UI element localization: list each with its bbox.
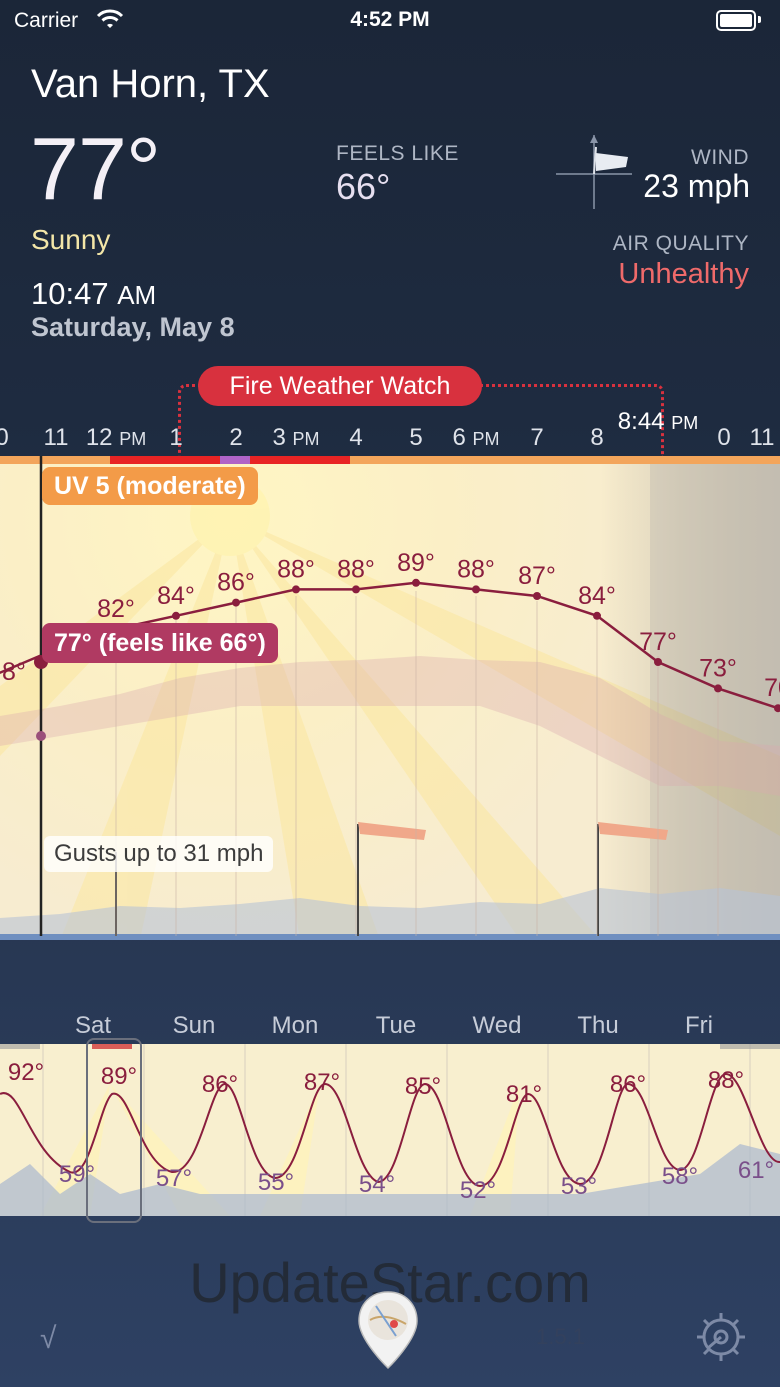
daily-high: 85° [405, 1073, 441, 1100]
hour-tick: 2 [229, 424, 243, 451]
current-time-value: 10:47 [31, 276, 109, 311]
gusts-label: Gusts up to 31 mph [44, 836, 274, 872]
current-time-ampm: AM [117, 280, 157, 310]
fire-weather-alert[interactable]: Fire Weather Watch [198, 366, 482, 406]
temperature-point [412, 578, 420, 587]
location-name[interactable]: Van Horn, TX [31, 62, 270, 107]
location-pin-icon[interactable] [356, 1290, 420, 1372]
daily-high: 88° [708, 1067, 744, 1094]
wind-label: WIND [691, 146, 749, 169]
temperature-point [533, 592, 541, 600]
battery-icon [716, 10, 756, 31]
hour-axis: 0 11 12 PM 1 2 3 PM 4 5 6 PM 7 8 8:44 PM… [0, 408, 780, 456]
sunset-time: 8:44 PM [617, 408, 699, 435]
hour-tick: 5 [409, 424, 423, 451]
condition-text: Sunny [31, 224, 111, 255]
air-quality-value[interactable]: Unhealthy [618, 258, 749, 291]
day-label[interactable]: Wed [473, 1012, 522, 1040]
current-temperature: 77° [30, 119, 161, 218]
daily-high: 87° [304, 1069, 340, 1096]
status-bar: Carrier 4:52 PM [0, 0, 780, 40]
day-label[interactable]: Sat [75, 1012, 111, 1040]
hour-tick: 12 PM [85, 424, 147, 451]
wind-value: 23 mph [643, 168, 750, 204]
settings-gear-icon[interactable] [694, 1310, 748, 1364]
hour-tick: 7 [530, 424, 544, 451]
temperature-label: 8° [2, 658, 26, 686]
temperature-label: 88° [457, 555, 495, 583]
temperature-point [352, 585, 360, 594]
temperature-label: 86° [217, 569, 255, 597]
temperature-label: 84° [157, 582, 195, 610]
day-label[interactable]: Thu [577, 1012, 618, 1040]
selected-day-highlight[interactable] [86, 1038, 142, 1223]
temperature-point [172, 611, 180, 620]
hour-tick: 1 [169, 424, 183, 451]
daily-low: 55° [258, 1169, 294, 1196]
temperature-point [232, 598, 240, 607]
hour-tick: 4 [349, 424, 363, 451]
daily-high: 92° [8, 1059, 44, 1086]
current-time: 10:47 AM [31, 276, 156, 312]
temperature-label: 73° [699, 654, 737, 682]
hour-tick: 8 [590, 424, 604, 451]
daily-high: 81° [506, 1081, 542, 1108]
current-temp-badge: 77° (feels like 66°) [42, 623, 278, 663]
current-date: Saturday, May 8 [31, 312, 235, 342]
status-time: 4:52 PM [350, 8, 430, 31]
day-label[interactable]: Fri [685, 1012, 713, 1040]
day-label[interactable]: Mon [272, 1012, 319, 1040]
hour-tick: 11 [43, 424, 69, 451]
hour-tick: 3 PM [272, 424, 320, 451]
daily-low: 54° [359, 1171, 395, 1198]
temperature-label: 87° [518, 562, 556, 590]
temperature-point [292, 585, 300, 594]
temperature-label: 82° [97, 595, 135, 623]
feels-like-point [36, 731, 46, 741]
battery-tip [758, 16, 761, 23]
temperature-label: 88° [337, 555, 375, 583]
temperature-label: 70 [764, 674, 780, 702]
hour-tick: 0 [0, 424, 9, 451]
daily-low: 58° [662, 1163, 698, 1190]
wind-direction-icon [556, 135, 632, 209]
temperature-label: 77° [639, 628, 677, 656]
hour-tick: 6 PM [452, 424, 500, 451]
version-label: 1.5.1 [536, 1324, 585, 1349]
temperature-label: 84° [578, 582, 616, 610]
day-label[interactable]: Sun [173, 1012, 216, 1040]
daily-low: 53° [561, 1173, 597, 1200]
daily-high: 86° [610, 1071, 646, 1098]
temperature-point [593, 611, 601, 620]
temperature-point [472, 585, 480, 594]
feels-like-value: 66° [336, 166, 391, 207]
temperature-point [714, 684, 722, 693]
daily-low: 57° [156, 1165, 192, 1192]
temperature-label: 89° [397, 549, 435, 577]
app-logo-icon[interactable]: √ [40, 1322, 56, 1356]
uv-index-badge: UV 5 (moderate) [42, 467, 258, 505]
daily-high: 86° [202, 1071, 238, 1098]
daily-low: 61° [738, 1157, 774, 1184]
hour-tick: 0 [717, 424, 731, 451]
hour-tick: 11 [749, 424, 775, 451]
day-label[interactable]: Tue [376, 1012, 416, 1040]
daily-low: 52° [460, 1177, 496, 1204]
air-quality-label: AIR QUALITY [612, 232, 749, 255]
feels-like-label: FEELS LIKE [336, 142, 459, 165]
temperature-point [654, 658, 662, 666]
temperature-label: 88° [277, 555, 315, 583]
